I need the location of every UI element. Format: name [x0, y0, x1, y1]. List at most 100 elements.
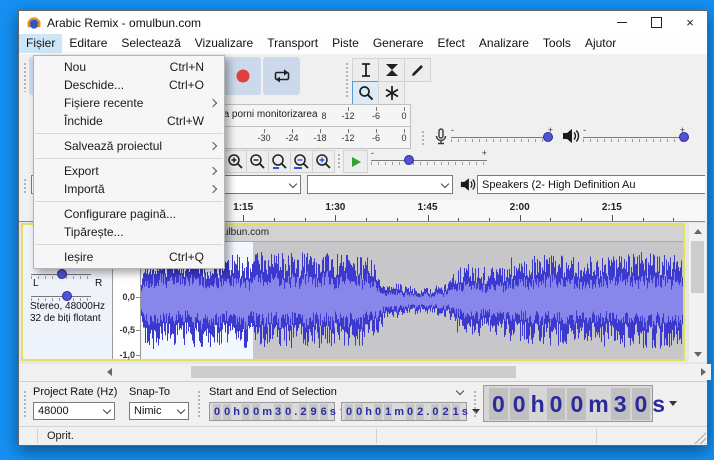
selection-toolbar-grip[interactable] — [23, 390, 27, 418]
timeline-minor-tick — [642, 218, 644, 221]
selection-end-field[interactable]: 00h01m02.021s — [341, 402, 480, 421]
timeline-major-tick — [335, 215, 337, 221]
tools-toolbar-grip[interactable] — [345, 62, 349, 98]
menubar-item-transport[interactable]: Transport — [260, 34, 325, 53]
menu-item-nchide[interactable]: Închide Ctrl+W — [34, 112, 224, 130]
snap-to-dropdown[interactable]: Nimic — [129, 402, 189, 420]
title-bar[interactable]: Arabic Remix - omulbun.com × — [19, 11, 707, 34]
recording-volume-track — [451, 137, 553, 138]
menu-item-nou[interactable]: Nou Ctrl+N — [34, 58, 224, 76]
time-digit: 0 — [631, 387, 651, 420]
time-unit: s — [461, 405, 468, 418]
device-toolbar-grip[interactable] — [23, 178, 27, 194]
menubar-item-editare[interactable]: Editare — [62, 34, 114, 53]
zoom-selection-button[interactable] — [268, 150, 291, 173]
time-toolbar-grip[interactable] — [473, 390, 477, 418]
draw-tool-button[interactable] — [404, 58, 431, 82]
vruler-tick — [136, 330, 140, 331]
play-at-speed-button[interactable] — [343, 150, 368, 173]
menubar-item-selecteaz[interactable]: Selectează — [114, 34, 187, 53]
time-digit: 0 — [431, 403, 440, 420]
playback-volume-slider[interactable]: - + — [583, 125, 689, 148]
menubar-item-vizualizare[interactable]: Vizualizare — [188, 34, 260, 53]
selection-fields-grip[interactable] — [197, 390, 201, 418]
mixer-toolbar-grip[interactable] — [421, 130, 425, 146]
time-digit: 0 — [509, 387, 529, 420]
vertical-scroll-thumb[interactable] — [691, 241, 704, 293]
menu-item-salveaz-proiectul[interactable]: Salvează proiectul — [34, 137, 224, 155]
maximize-icon — [650, 17, 662, 28]
loop-button[interactable] — [263, 57, 300, 95]
vertical-scrollbar[interactable] — [689, 223, 706, 362]
selection-tool-icon — [361, 63, 370, 77]
time-digit: 0 — [546, 387, 566, 420]
menu-item-configurare-pagin[interactable]: Configurare pagină... — [34, 205, 224, 223]
resize-grip-icon[interactable] — [694, 432, 706, 444]
time-field-dropdown-icon[interactable] — [669, 401, 678, 410]
menu-item-import[interactable]: Importă — [34, 180, 224, 198]
vruler-label: 0,0 — [122, 292, 135, 302]
transport-toolbar-grip[interactable] — [23, 62, 27, 92]
menu-item-label: Nou — [64, 60, 87, 74]
status-bar: Oprit. — [19, 426, 707, 445]
microphone-icon — [435, 128, 447, 145]
menubar-item-efect[interactable]: Efect — [431, 34, 472, 53]
zoom-out-icon — [250, 154, 265, 169]
maximize-button[interactable] — [639, 11, 673, 34]
envelope-tool-button[interactable] — [378, 58, 405, 82]
playback-device-icon — [460, 178, 476, 191]
menu-item-accelerator: Ctrl+W — [167, 114, 204, 128]
scroll-up-button[interactable] — [689, 223, 706, 239]
recording-volume-slider[interactable]: - + — [451, 125, 553, 148]
menubar-item-fi-ier[interactable]: Fișier — [19, 34, 63, 53]
pan-thumb[interactable] — [62, 291, 72, 301]
menubar-item-ajutor[interactable]: Ajutor — [578, 34, 623, 53]
scroll-down-button[interactable] — [689, 346, 706, 362]
menubar-item-generare[interactable]: Generare — [366, 34, 431, 53]
close-button[interactable]: × — [673, 11, 707, 34]
menu-item-fi-iere-recente[interactable]: Fișiere recente — [34, 94, 224, 112]
menu-item-ie-ire[interactable]: Ieșire Ctrl+Q — [34, 248, 224, 266]
zoom-toggle-button[interactable] — [312, 150, 335, 173]
selection-start-field[interactable]: 00h00m30.296s — [209, 402, 348, 421]
audio-position-display[interactable]: 00h00m30s — [483, 385, 678, 422]
zoom-toggle-icon — [316, 154, 331, 169]
menubar-item-piste[interactable]: Piste — [325, 34, 366, 53]
playback-volume-min-label: - — [583, 125, 586, 135]
zoom-tool-button[interactable] — [352, 81, 379, 105]
project-rate-dropdown[interactable]: 48000 — [33, 402, 115, 420]
menu-item-deschide[interactable]: Deschide... Ctrl+O — [34, 76, 224, 94]
scroll-right-button[interactable] — [695, 364, 711, 380]
menubar-item-tools[interactable]: Tools — [536, 34, 578, 53]
time-digit: 0 — [355, 403, 364, 420]
zoom-in-button[interactable] — [224, 150, 247, 173]
timeline-minor-tick — [366, 218, 368, 221]
playback-volume-thumb[interactable] — [678, 132, 689, 142]
zoom-out-button[interactable] — [246, 150, 269, 173]
multi-tool-button[interactable] — [378, 81, 405, 105]
playback-device-value: Speakers (2- High Definition Au — [482, 178, 636, 191]
horizontal-scroll-thumb[interactable] — [191, 366, 516, 378]
play-speed-plus-label: + — [481, 148, 487, 158]
meter-scale-label: -12 — [341, 133, 355, 143]
zoom-fit-button[interactable] — [290, 150, 313, 173]
play-speed-slider[interactable]: - + — [371, 148, 487, 171]
recording-volume-thumb[interactable] — [542, 132, 553, 142]
selection-tool-button[interactable] — [352, 58, 379, 82]
arrow-right-icon — [700, 368, 706, 376]
selection-range-chevron-icon[interactable] — [455, 386, 465, 396]
playback-device-dropdown[interactable]: Speakers (2- High Definition Au — [477, 175, 705, 194]
record-button[interactable] — [224, 57, 261, 95]
recording-channels-dropdown[interactable] — [307, 175, 453, 194]
minimize-button[interactable] — [605, 11, 639, 34]
meter-scale-label: 0 — [401, 111, 407, 121]
menu-item-export[interactable]: Export — [34, 162, 224, 180]
play-at-speed-grip[interactable] — [337, 153, 341, 169]
menu-item-tip-re-te[interactable]: Tipărește... — [34, 223, 224, 241]
menubar-item-analizare[interactable]: Analizare — [472, 34, 536, 53]
horizontal-scrollbar[interactable] — [101, 364, 711, 380]
timeline-minor-tick — [488, 218, 490, 221]
timeline-major-tick — [243, 215, 245, 221]
envelope-tool-icon — [385, 64, 398, 76]
scroll-left-button[interactable] — [101, 364, 117, 380]
